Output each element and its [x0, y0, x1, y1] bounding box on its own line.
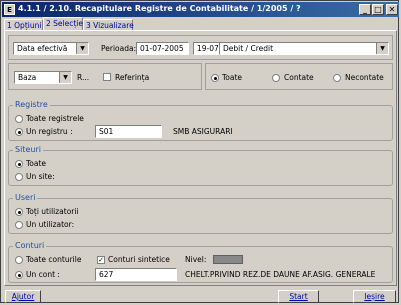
useri-title: Useri [13, 193, 38, 202]
referinta-checkbox[interactable] [103, 73, 111, 81]
useri-one-radio[interactable] [15, 221, 23, 229]
useri-group: Useri Toți utilizatorii Un utilizator: [8, 193, 393, 234]
siteuri-one-label: Un site: [26, 172, 55, 181]
useri-all-label: Toți utilizatorii [26, 207, 79, 216]
base-value: Baza [18, 73, 37, 82]
debit-credit-value: Debit / Credit [223, 44, 274, 53]
status-toate-label: Toate [222, 73, 243, 82]
siteuri-all-radio[interactable] [15, 160, 23, 168]
chevron-down-icon: ▼ [76, 43, 88, 54]
registre-one-label: Un registru : [26, 127, 73, 136]
registre-all-label: Toate registrele [26, 114, 84, 123]
status-box: Toate Contate Necontate [205, 63, 393, 90]
registre-one-radio[interactable] [15, 128, 23, 136]
conturi-group: Conturi Toate conturile ✓ Conturi sintet… [8, 241, 393, 283]
title-bar[interactable]: E 4.1.1 / 2.10. Recapitulare Registre de… [2, 2, 399, 17]
exit-button[interactable]: Ieșire [353, 290, 396, 303]
tab-selectie[interactable]: 2 Selecție [43, 17, 83, 30]
date-type-value: Data efectivă [17, 44, 68, 53]
conturi-one-radio[interactable] [15, 271, 23, 279]
chevron-down-icon: ▼ [376, 43, 388, 54]
nivel-label: Nivel: [185, 255, 207, 264]
registru-name: SMB ASIGURARI [173, 127, 233, 136]
registre-group: Registre Toate registrele Un registru : … [8, 100, 393, 141]
tab-vizualizare[interactable]: 3 Vizualizare [83, 19, 134, 30]
help-button[interactable]: Ajutor [5, 290, 41, 303]
useri-one-label: Un utilizator: [26, 220, 75, 229]
tab-optiuni[interactable]: 1 Opțiuni [4, 19, 43, 30]
base-dropdown[interactable]: Baza ▼ [14, 71, 72, 84]
conturi-one-label: Un cont : [26, 270, 60, 279]
base-box: Baza ▼ R... Referința [8, 63, 202, 90]
conturi-sintetice-checkbox[interactable]: ✓ [97, 256, 105, 264]
date-from-input[interactable]: 01-07-2005 [136, 42, 189, 55]
siteuri-one-radio[interactable] [15, 173, 23, 181]
status-necontate-label: Necontate [345, 73, 384, 82]
window-title: 4.1.1 / 2.10. Recapitulare Registre de C… [18, 4, 301, 13]
close-button[interactable]: ✕ [386, 4, 398, 15]
status-contate-radio[interactable] [272, 74, 280, 82]
conturi-sintetice-label: Conturi sintetice [108, 255, 170, 264]
conturi-all-radio[interactable] [15, 256, 23, 264]
siteuri-title: Siteuri [13, 145, 43, 154]
main-window: E 4.1.1 / 2.10. Recapitulare Registre de… [0, 0, 399, 303]
maximize-button[interactable]: □ [372, 4, 384, 15]
conturi-all-label: Toate conturile [26, 255, 82, 264]
date-type-dropdown[interactable]: Data efectivă ▼ [13, 42, 89, 55]
r-button[interactable]: R... [77, 72, 89, 83]
app-icon: E [4, 4, 15, 15]
registre-title: Registre [13, 100, 50, 109]
selection-panel: Data efectivă ▼ Perioada: 01-07-2005 19-… [4, 30, 397, 286]
registru-code-input[interactable]: S01 [95, 125, 162, 138]
useri-all-radio[interactable] [15, 208, 23, 216]
perioada-label: Perioada: [101, 44, 137, 53]
minimize-button[interactable]: _ [359, 4, 371, 15]
referinta-label: Referința [115, 73, 150, 82]
debit-credit-dropdown[interactable]: Debit / Credit ▼ [219, 42, 389, 55]
registre-all-radio[interactable] [15, 115, 23, 123]
siteuri-all-label: Toate [26, 159, 47, 168]
status-toate-radio[interactable] [211, 74, 219, 82]
period-box: Data efectivă ▼ Perioada: 01-07-2005 19-… [8, 35, 393, 60]
cont-code-input[interactable]: 627 [95, 268, 177, 281]
start-button[interactable]: Start [278, 290, 319, 303]
nivel-field [213, 255, 243, 264]
status-necontate-radio[interactable] [333, 74, 341, 82]
chevron-down-icon: ▼ [59, 72, 71, 83]
conturi-title: Conturi [13, 241, 47, 250]
status-contate-label: Contate [284, 73, 314, 82]
siteuri-group: Siteuri Toate Un site: [8, 145, 393, 186]
cont-name: CHELT.PRIVIND REZ.DE DAUNE AF.ASIG. GENE… [185, 270, 376, 279]
